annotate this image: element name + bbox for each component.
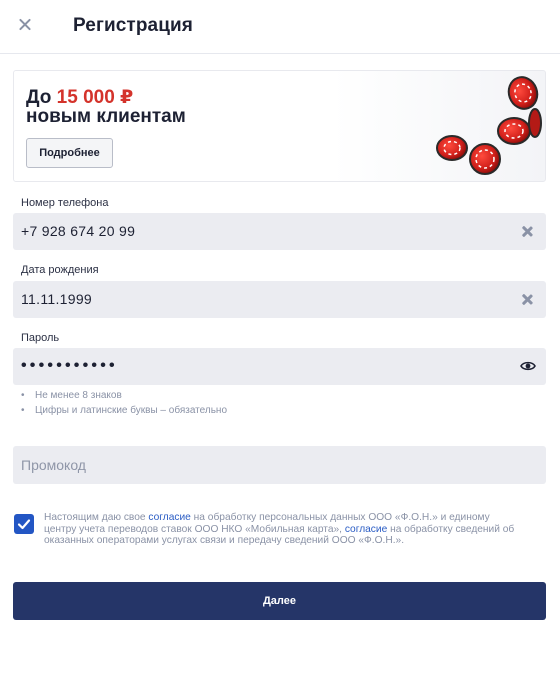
password-masked-value: ••••••••••• — [21, 357, 118, 374]
consent-link-telecom-data[interactable]: согласие — [345, 524, 387, 535]
banner-amount: 15 000 ₽ — [56, 87, 134, 108]
close-icon[interactable] — [14, 14, 36, 36]
phone-field[interactable]: +7 928 674 20 99 — [13, 213, 546, 250]
casino-chips-image — [436, 76, 542, 175]
hint-min-length: • Не менее 8 знаков — [21, 390, 122, 401]
password-label: Пароль — [21, 332, 60, 344]
clear-birthdate-icon[interactable] — [521, 293, 534, 306]
header: Регистрация — [0, 0, 560, 54]
checkmark-icon — [17, 519, 31, 530]
next-button[interactable]: Далее — [13, 582, 546, 620]
password-hints: • Не менее 8 знаков • Цифры и латинские бу… — [21, 388, 227, 418]
page-title: Регистрация — [73, 15, 193, 36]
birthdate-label: Дата рождения — [21, 264, 99, 276]
promo-code-input[interactable] — [13, 446, 546, 484]
banner-subtitle: новым клиентам — [26, 106, 186, 127]
phone-value: +7 928 674 20 99 — [21, 223, 136, 239]
birthdate-field[interactable]: 11.11.1999 — [13, 281, 546, 318]
eye-icon[interactable] — [520, 360, 536, 372]
consent-link-personal-data[interactable]: согласие — [148, 512, 190, 523]
password-field[interactable]: ••••••••••• — [13, 348, 546, 385]
more-details-button[interactable]: Подробнее — [26, 138, 113, 168]
consent-checkbox[interactable] — [14, 514, 34, 534]
clear-phone-icon[interactable] — [521, 225, 534, 238]
phone-label: Номер телефона — [21, 197, 109, 209]
promo-banner: До 15 000 ₽ новым клиентам Подробнее — [13, 70, 546, 182]
banner-prefix: До — [26, 87, 52, 108]
promo-code-field[interactable] — [13, 446, 546, 484]
birthdate-value: 11.11.1999 — [21, 291, 92, 307]
consent-text: Настоящим даю свое согласие на обработку… — [44, 512, 515, 546]
hint-digits-latin: • Цифры и латинские буквы – обязательно — [21, 405, 228, 416]
